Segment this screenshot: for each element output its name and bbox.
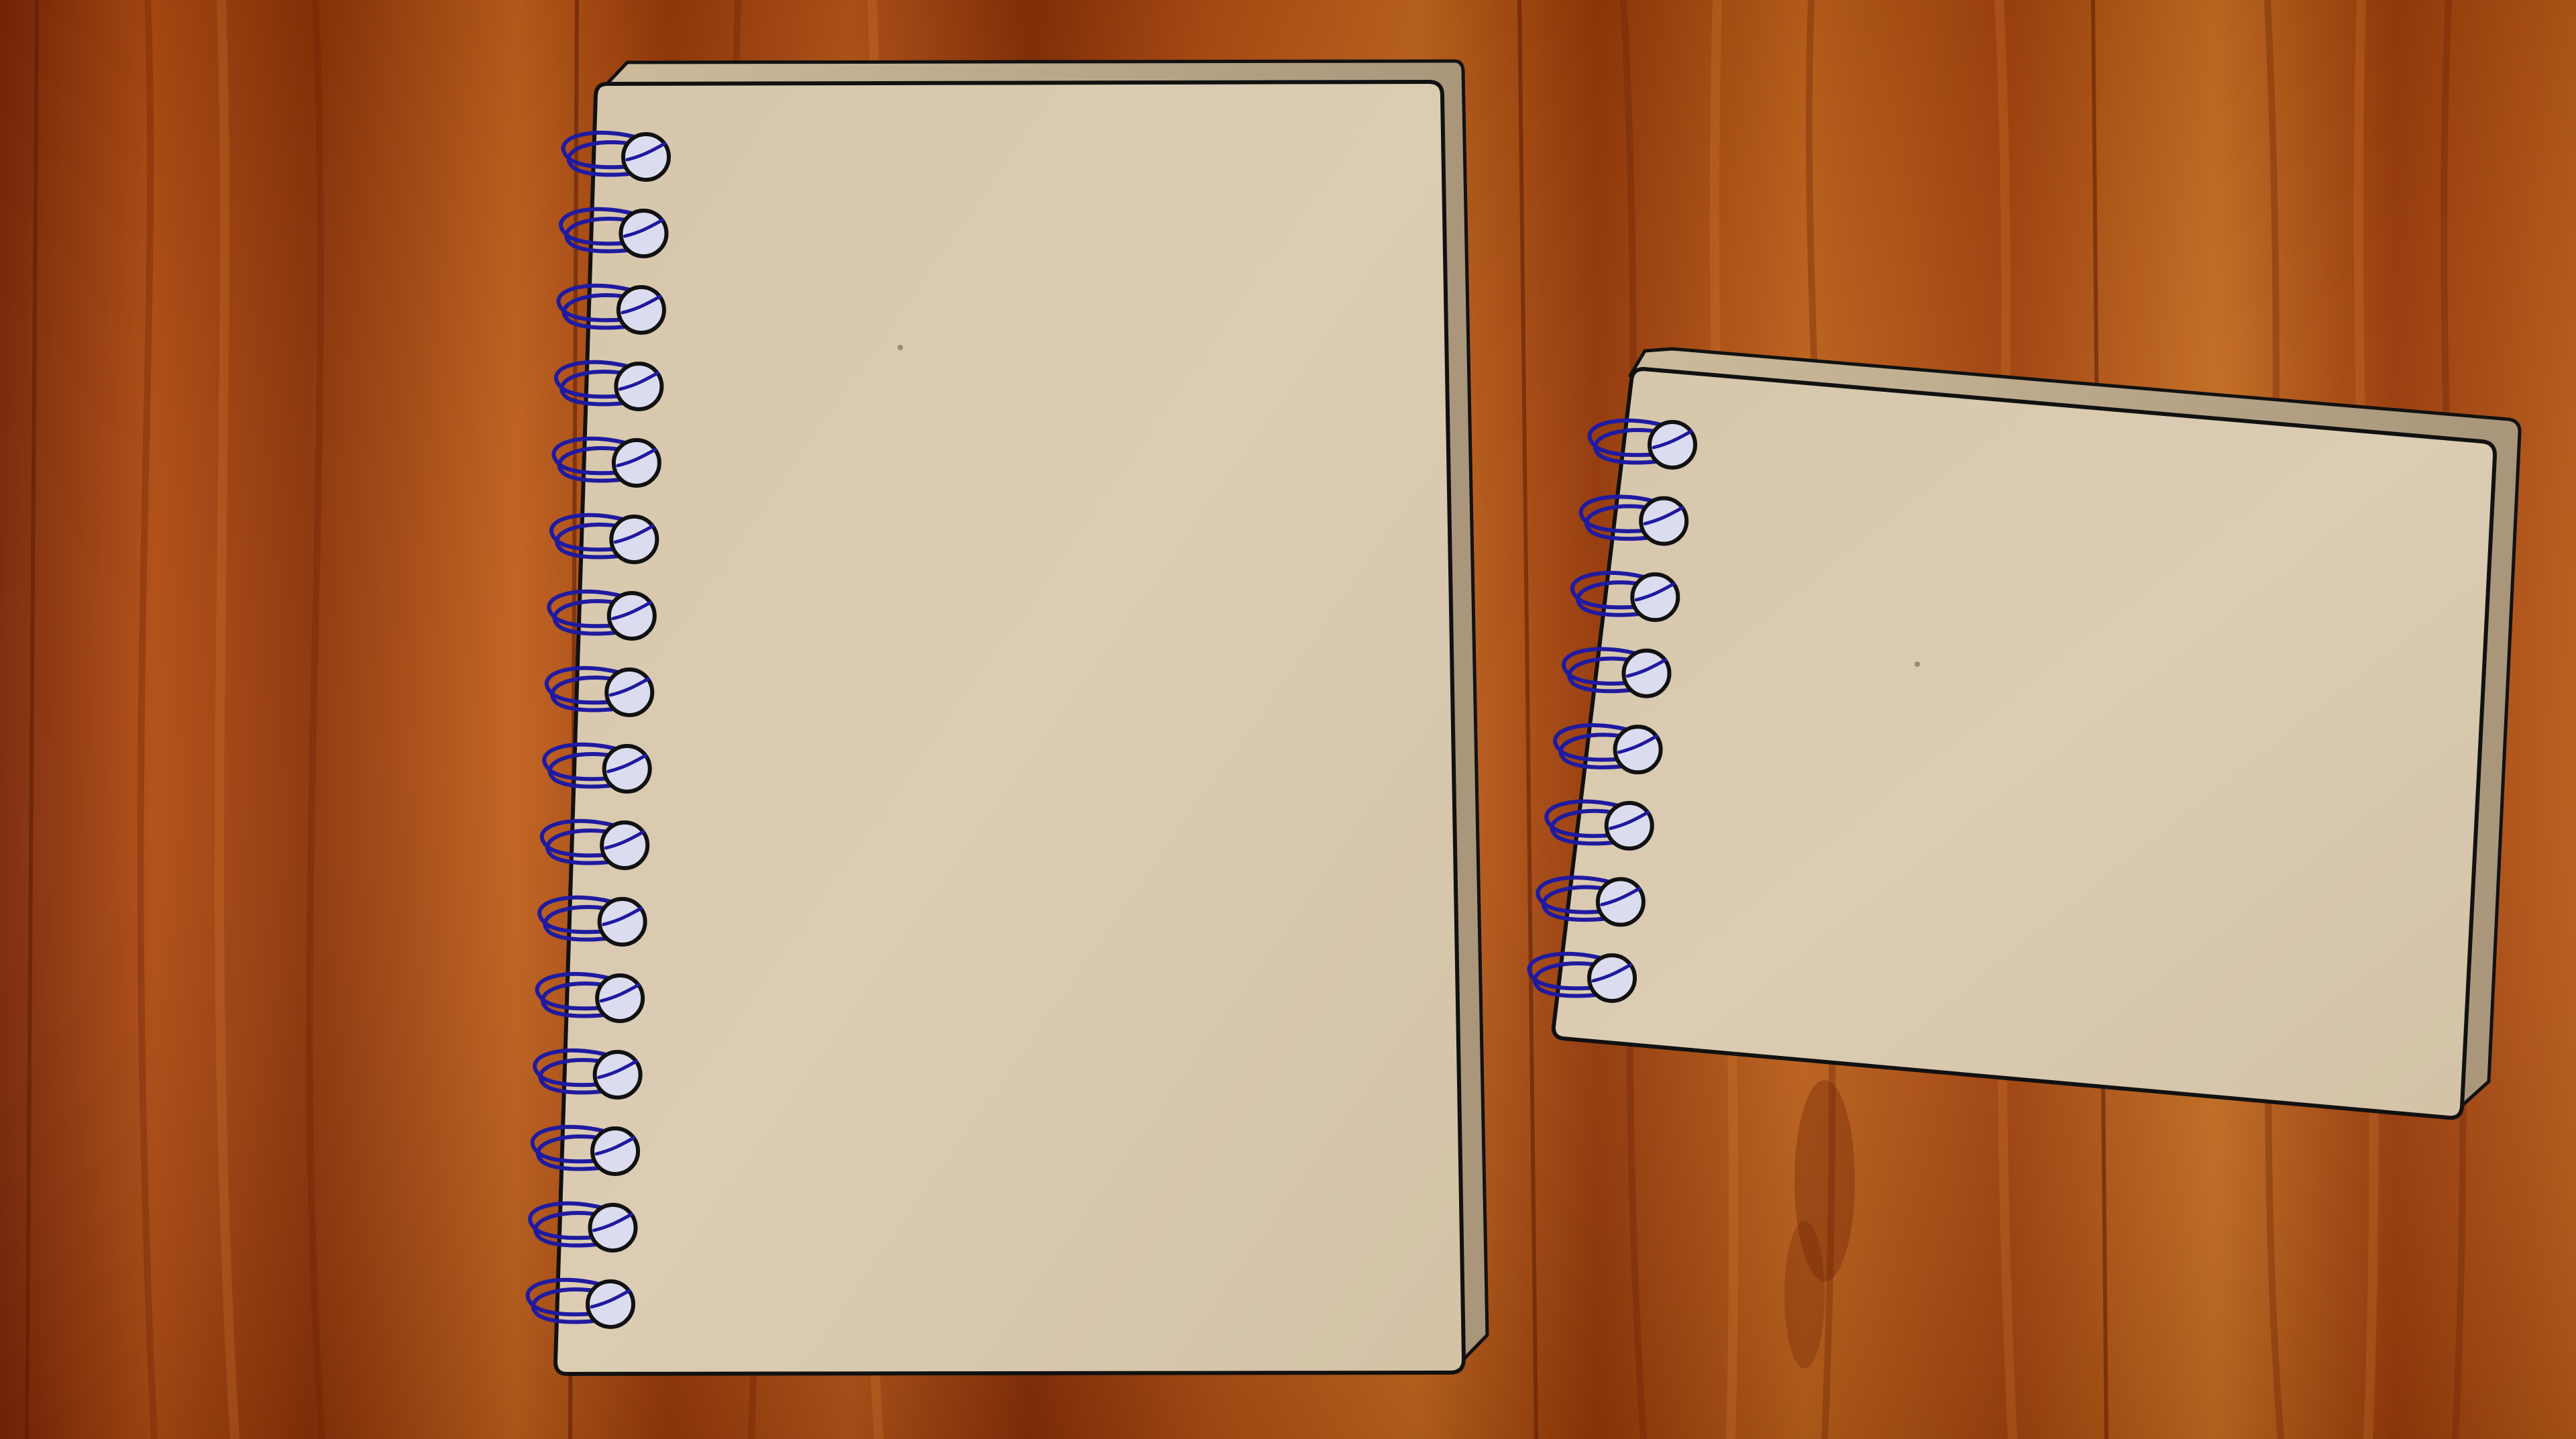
desk-scene: [0, 0, 2576, 1439]
large-notebook-page: [553, 80, 1466, 1376]
small-notebook-page: [1551, 367, 2498, 1120]
small-spiral-notebook: [1527, 347, 2522, 1120]
large-spiral-notebook: [525, 59, 1489, 1376]
